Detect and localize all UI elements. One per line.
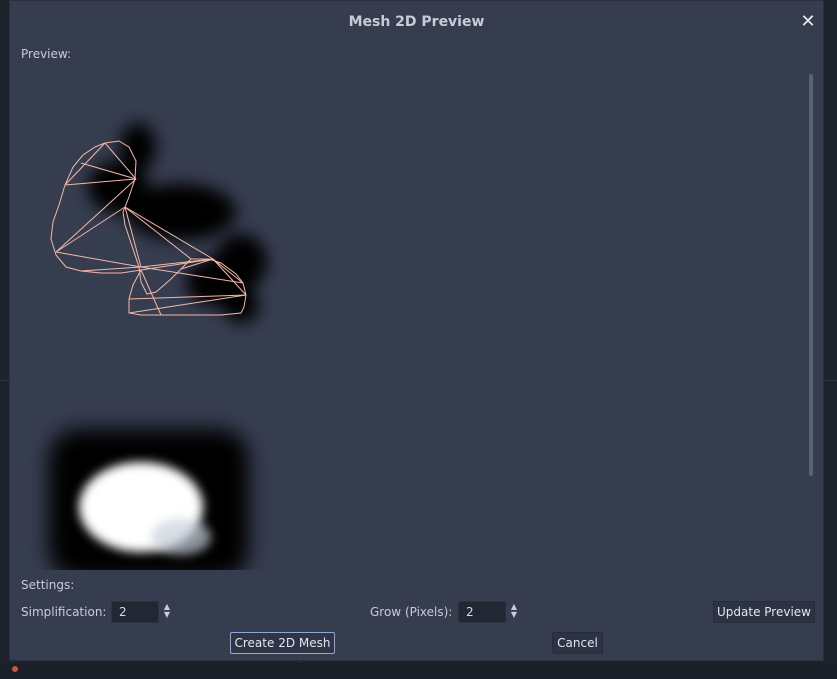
preview-label: Preview: [21, 47, 72, 61]
preview-area [21, 67, 809, 570]
preview-canvas [49, 123, 267, 570]
sprite-preview-bottom [49, 429, 249, 570]
preview-scrollbar[interactable] [809, 74, 813, 476]
mesh-2d-preview-dialog: Mesh 2D Preview ✕ Preview: Settings: Sim… [9, 0, 824, 661]
dialog-titlebar: Mesh 2D Preview ✕ [10, 1, 823, 41]
create-2d-mesh-button[interactable]: Create 2D Mesh [230, 632, 335, 654]
cancel-button[interactable]: Cancel [552, 632, 603, 654]
simplification-label: Simplification: [21, 605, 107, 619]
simplification-stepper-icon[interactable]: ▲ ▼ [162, 603, 172, 621]
sprite-shadow-top [88, 123, 267, 323]
update-preview-button[interactable]: Update Preview [713, 601, 815, 623]
grow-pixels-stepper-icon[interactable]: ▲ ▼ [509, 603, 519, 621]
editor-bottom-bar [0, 663, 837, 679]
grow-pixels-label: Grow (Pixels): [370, 605, 453, 619]
settings-label: Settings: [21, 578, 75, 592]
simplification-spinbox[interactable]: 2 [111, 601, 159, 623]
close-icon[interactable]: ✕ [799, 13, 817, 31]
grow-pixels-spinbox[interactable]: 2 [458, 601, 506, 623]
dialog-title: Mesh 2D Preview [348, 14, 485, 30]
status-dot-icon [12, 666, 18, 672]
